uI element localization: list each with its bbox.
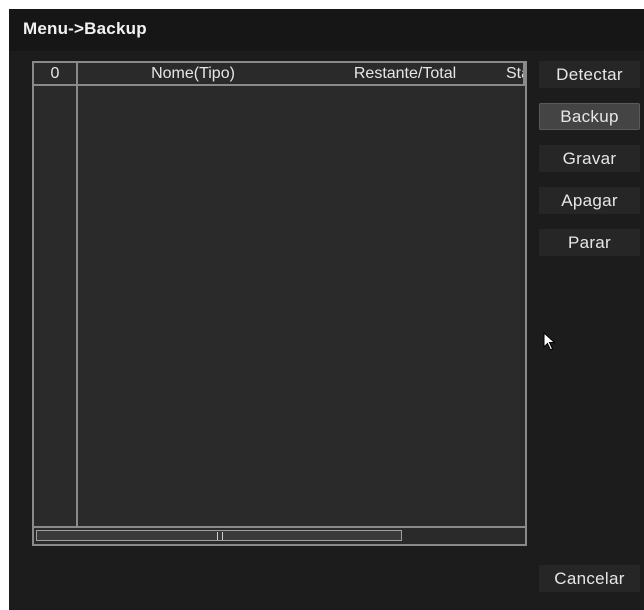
burn-button[interactable]: Gravar <box>539 145 640 172</box>
stop-button[interactable]: Parar <box>539 229 640 256</box>
scrollbar-thumb[interactable] <box>36 530 402 541</box>
table-header: 0 Nome(Tipo) Restante/Total Sta <box>34 63 525 86</box>
device-table[interactable]: 0 Nome(Tipo) Restante/Total Sta <box>32 61 527 546</box>
backup-window: Menu->Backup 0 Nome(Tipo) Restante/Total… <box>9 9 644 610</box>
horizontal-scrollbar[interactable] <box>34 526 525 544</box>
detect-button[interactable]: Detectar <box>539 61 640 88</box>
column-header-name-type[interactable]: Nome(Tipo) <box>78 63 308 84</box>
cancel-button[interactable]: Cancelar <box>539 565 640 592</box>
title-bar: Menu->Backup <box>9 9 644 51</box>
window-title: Menu->Backup <box>23 19 147 38</box>
grip-icon <box>217 532 223 540</box>
column-divider <box>523 63 525 86</box>
erase-button[interactable]: Apagar <box>539 187 640 214</box>
column-header-remaining-total[interactable]: Restante/Total <box>310 63 500 84</box>
backup-button[interactable]: Backup <box>539 103 640 130</box>
column-header-index[interactable]: 0 <box>34 63 76 84</box>
mouse-cursor-icon <box>543 332 556 351</box>
table-body[interactable] <box>34 86 525 528</box>
